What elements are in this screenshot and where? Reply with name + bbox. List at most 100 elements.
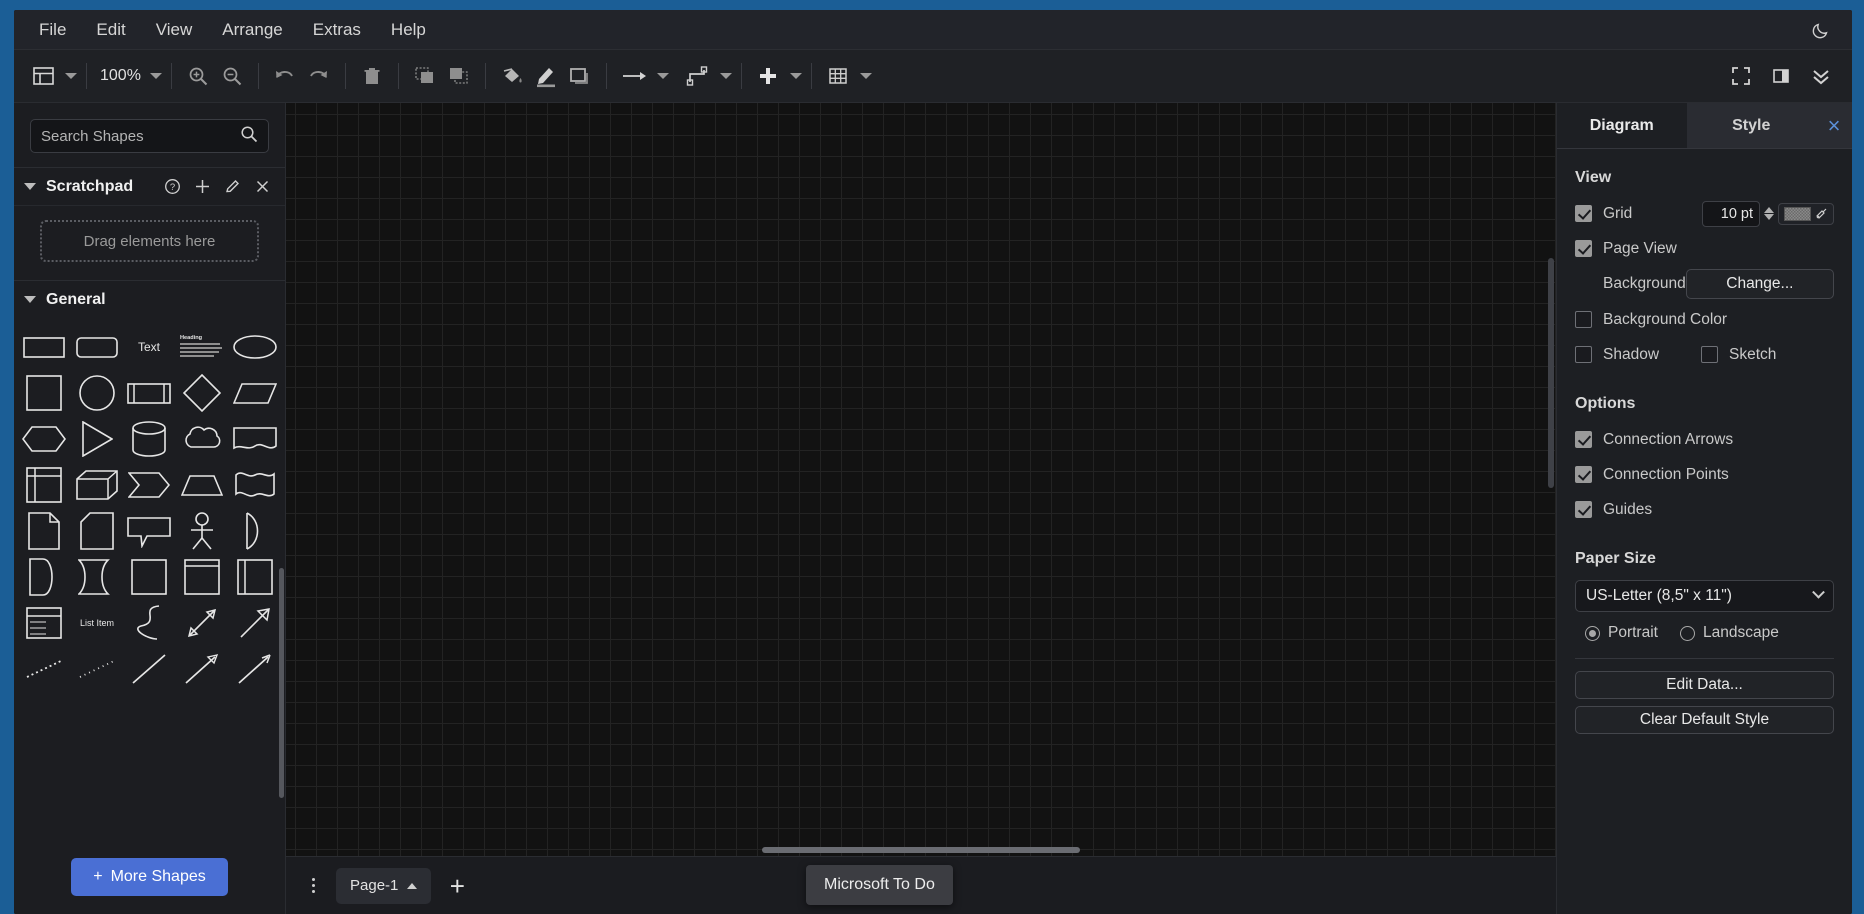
shape-cloud[interactable] bbox=[176, 418, 229, 460]
menu-file[interactable]: File bbox=[24, 15, 81, 44]
menu-view[interactable]: View bbox=[141, 15, 208, 44]
edit-data-button[interactable]: Edit Data... bbox=[1575, 671, 1834, 699]
tab-style[interactable]: Style bbox=[1687, 103, 1817, 148]
zoom-level-label[interactable]: 100% bbox=[96, 67, 145, 85]
page-view-checkbox[interactable] bbox=[1575, 240, 1592, 257]
table-icon[interactable] bbox=[821, 59, 855, 93]
scratchpad-collapse-icon[interactable] bbox=[24, 183, 36, 190]
view-layout-dropdown-caret[interactable] bbox=[65, 73, 77, 79]
shape-or[interactable] bbox=[228, 510, 281, 552]
connection-dropdown-caret[interactable] bbox=[657, 73, 669, 79]
zoom-out-icon[interactable] bbox=[215, 59, 249, 93]
background-change-button[interactable]: Change... bbox=[1686, 269, 1834, 299]
insert-plus-icon[interactable] bbox=[751, 59, 785, 93]
redo-icon[interactable] bbox=[302, 59, 336, 93]
sidebar-scrollbar[interactable] bbox=[279, 568, 284, 798]
format-panel-icon[interactable] bbox=[1764, 59, 1798, 93]
fill-color-icon[interactable] bbox=[495, 59, 529, 93]
shape-ellipse[interactable] bbox=[228, 326, 281, 368]
help-circle-icon[interactable]: ? bbox=[164, 178, 181, 195]
shape-rectangle[interactable] bbox=[18, 326, 71, 368]
shape-and[interactable] bbox=[18, 556, 71, 598]
grid-size-input[interactable]: 10 pt bbox=[1702, 201, 1760, 227]
shape-curve[interactable] bbox=[123, 602, 176, 644]
chevron-double-down-icon[interactable] bbox=[1804, 59, 1838, 93]
shape-diamond[interactable] bbox=[176, 372, 229, 414]
bring-to-front-icon[interactable] bbox=[408, 59, 442, 93]
shape-arrow[interactable] bbox=[228, 602, 281, 644]
shape-actor[interactable] bbox=[176, 510, 229, 552]
menu-help[interactable]: Help bbox=[376, 15, 441, 44]
shape-horizontal-container[interactable] bbox=[228, 556, 281, 598]
zoom-dropdown-caret[interactable] bbox=[150, 73, 162, 79]
shape-tape[interactable] bbox=[228, 464, 281, 506]
shape-link[interactable] bbox=[228, 648, 281, 690]
connection-arrow-icon[interactable] bbox=[616, 59, 652, 93]
menu-arrange[interactable]: Arrange bbox=[207, 15, 297, 44]
canvas-horizontal-scrollbar[interactable] bbox=[762, 847, 1080, 853]
connection-points-checkbox[interactable] bbox=[1575, 466, 1592, 483]
grid-color-picker[interactable] bbox=[1778, 203, 1834, 225]
shape-card[interactable] bbox=[71, 510, 124, 552]
menu-extras[interactable]: Extras bbox=[298, 15, 376, 44]
scratchpad-dropzone[interactable]: Drag elements here bbox=[40, 220, 259, 262]
stepper-down-icon[interactable] bbox=[1764, 214, 1774, 220]
waypoints-icon[interactable] bbox=[681, 59, 715, 93]
caret-up-icon[interactable] bbox=[407, 883, 417, 889]
shape-vertical-container[interactable] bbox=[176, 556, 229, 598]
clear-default-style-button[interactable]: Clear Default Style bbox=[1575, 706, 1834, 734]
shape-hexagon[interactable] bbox=[18, 418, 71, 460]
sketch-checkbox[interactable] bbox=[1701, 346, 1718, 363]
landscape-radio[interactable] bbox=[1680, 626, 1695, 641]
add-page-button[interactable]: + bbox=[439, 868, 475, 904]
shape-step[interactable] bbox=[123, 464, 176, 506]
shape-trapezoid[interactable] bbox=[176, 464, 229, 506]
tab-diagram[interactable]: Diagram bbox=[1557, 103, 1687, 148]
shape-list-item[interactable]: List Item bbox=[71, 602, 124, 644]
shape-cube[interactable] bbox=[71, 464, 124, 506]
shape-bidirectional-arrow[interactable] bbox=[176, 602, 229, 644]
guides-checkbox[interactable] bbox=[1575, 501, 1592, 518]
portrait-radio[interactable] bbox=[1585, 626, 1600, 641]
shape-process[interactable] bbox=[123, 372, 176, 414]
page-tab-page-1[interactable]: Page-1 bbox=[336, 868, 431, 904]
shape-square[interactable] bbox=[18, 372, 71, 414]
paper-size-select[interactable]: US-Letter (8,5" x 11") bbox=[1575, 580, 1834, 612]
shadow-checkbox[interactable] bbox=[1575, 346, 1592, 363]
shape-list[interactable] bbox=[18, 602, 71, 644]
shape-parallelogram[interactable] bbox=[228, 372, 281, 414]
background-color-checkbox[interactable] bbox=[1575, 311, 1592, 328]
zoom-in-icon[interactable] bbox=[181, 59, 215, 93]
kebab-menu-icon[interactable] bbox=[298, 871, 328, 901]
line-color-icon[interactable] bbox=[529, 59, 563, 93]
shape-internal-storage[interactable] bbox=[18, 464, 71, 506]
grid-size-stepper[interactable] bbox=[1764, 207, 1774, 220]
connection-arrows-checkbox[interactable] bbox=[1575, 431, 1592, 448]
shape-text[interactable]: Text bbox=[123, 326, 176, 368]
shape-rounded-rectangle[interactable] bbox=[71, 326, 124, 368]
shape-dotted-line[interactable] bbox=[71, 648, 124, 690]
shapes-scroll-container[interactable]: Text Heading bbox=[14, 318, 285, 844]
shape-document[interactable] bbox=[228, 418, 281, 460]
pencil-icon[interactable] bbox=[224, 178, 241, 195]
shape-callout[interactable] bbox=[123, 510, 176, 552]
waypoints-dropdown-caret[interactable] bbox=[720, 73, 732, 79]
table-dropdown-caret[interactable] bbox=[860, 73, 872, 79]
shape-data-storage[interactable] bbox=[71, 556, 124, 598]
diagram-canvas[interactable] bbox=[286, 103, 1556, 856]
shape-circle[interactable] bbox=[71, 372, 124, 414]
shape-line[interactable] bbox=[123, 648, 176, 690]
plus-icon[interactable] bbox=[194, 178, 211, 195]
search-box[interactable] bbox=[30, 119, 269, 153]
grid-checkbox[interactable] bbox=[1575, 205, 1592, 222]
canvas-vertical-scrollbar[interactable] bbox=[1548, 258, 1554, 488]
moon-icon[interactable] bbox=[1808, 17, 1834, 43]
more-shapes-button[interactable]: + More Shapes bbox=[71, 858, 228, 896]
shape-cylinder[interactable] bbox=[123, 418, 176, 460]
stepper-up-icon[interactable] bbox=[1764, 207, 1774, 213]
search-input[interactable] bbox=[41, 128, 240, 145]
insert-dropdown-caret[interactable] bbox=[790, 73, 802, 79]
undo-icon[interactable] bbox=[268, 59, 302, 93]
shape-note[interactable] bbox=[18, 510, 71, 552]
close-icon[interactable] bbox=[254, 178, 271, 195]
